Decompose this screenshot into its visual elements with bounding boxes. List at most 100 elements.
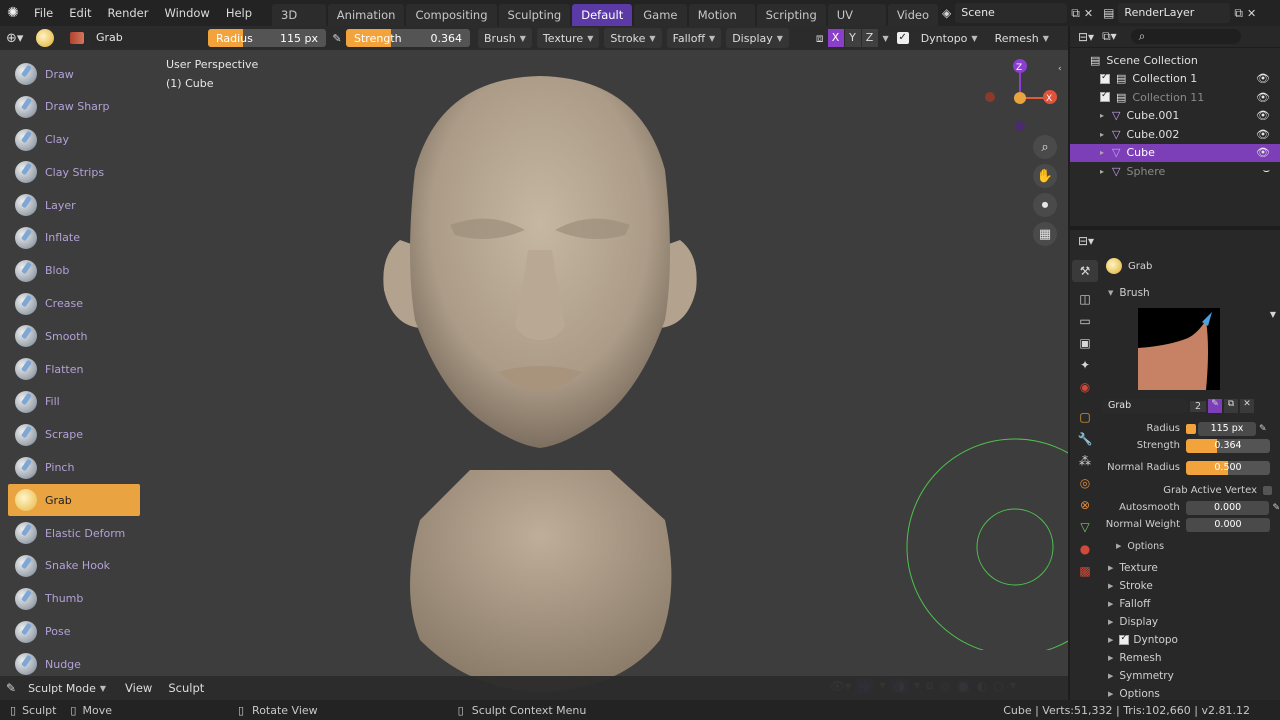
visibility-eye-icon[interactable]: 👁	[1256, 91, 1270, 104]
sculpt-menu[interactable]: Sculpt	[160, 675, 212, 701]
workspace-tab-motion-tracking[interactable]: Motion Tracking	[688, 4, 755, 26]
view-menu[interactable]: View	[117, 675, 160, 701]
data-tab-icon[interactable]: ▽	[1072, 516, 1098, 538]
texture-menu[interactable]: Texture ▼	[536, 28, 600, 48]
unlink-icon[interactable]: ✕	[1240, 399, 1254, 413]
particles-tab-icon[interactable]: ⁂	[1072, 450, 1098, 472]
options-subpanel-header[interactable]: ▶ Options	[1102, 537, 1280, 555]
chevron-down-icon[interactable]: ▼	[883, 34, 889, 43]
mode-selector[interactable]: Sculpt Mode ▼	[22, 678, 112, 698]
zoom-icon[interactable]: ⌕	[1033, 135, 1057, 159]
render-layer-copy-icon[interactable]: ⧉	[1234, 6, 1243, 21]
tool-snake-hook[interactable]: Snake Hook	[8, 550, 140, 582]
radius-pressure-icon[interactable]: ✎	[1259, 424, 1267, 434]
scene-tab-icon[interactable]: ✦	[1072, 354, 1098, 376]
normal-radius-slider[interactable]: 0.500	[1186, 460, 1270, 475]
display-mode-icon[interactable]: ⧉▾	[1102, 29, 1117, 44]
visibility-eye-icon[interactable]: ⌣	[1263, 164, 1270, 178]
radius-unit-icon[interactable]	[1186, 423, 1196, 434]
blender-logo-icon[interactable]: ✺	[0, 5, 26, 21]
navigation-gizmo[interactable]: Z X	[980, 56, 1060, 136]
axis-x-toggle[interactable]: X	[827, 29, 844, 47]
radius-prop-slider[interactable]: 115 px	[1198, 421, 1256, 436]
fake-user-icon[interactable]: ✎	[1208, 399, 1222, 413]
workspace-tab-compositing[interactable]: Compositing	[406, 4, 497, 26]
expand-arrow-icon[interactable]: ▸	[1100, 148, 1104, 157]
axis-y-toggle[interactable]: Y	[844, 29, 861, 47]
render-tab-icon[interactable]: ◫	[1072, 288, 1098, 310]
panel-header-dyntopo[interactable]: ▶ Dyntopo	[1102, 631, 1280, 649]
tool-flatten[interactable]: Flatten	[8, 353, 140, 385]
tool-fill[interactable]: Fill	[8, 386, 140, 418]
brush-datablock-field[interactable]: Grab	[1102, 399, 1188, 413]
scene-close-icon[interactable]: ✕	[1084, 7, 1093, 20]
pan-hand-icon[interactable]: ✋	[1033, 164, 1057, 188]
scene-collection-row[interactable]: ▤ Scene Collection	[1070, 51, 1280, 70]
autosmooth-pressure-icon[interactable]: ✎	[1272, 503, 1280, 513]
tool-pinch[interactable]: Pinch	[8, 452, 140, 484]
panel-header-symmetry[interactable]: ▶ Symmetry	[1102, 667, 1280, 685]
tool-tab-icon[interactable]: ⚒	[1072, 260, 1098, 282]
menu-window[interactable]: Window	[156, 0, 217, 26]
render-layer-close-icon[interactable]: ✕	[1247, 7, 1256, 20]
tool-elastic-deform[interactable]: Elastic Deform	[8, 517, 140, 549]
output-tab-icon[interactable]: ▭	[1072, 310, 1098, 332]
symmetry-icon[interactable]: ⧈	[816, 31, 824, 46]
tool-crease[interactable]: Crease	[8, 288, 140, 320]
tool-draw[interactable]: Draw	[8, 58, 140, 90]
brush-color-icon[interactable]	[70, 32, 84, 44]
world-tab-icon[interactable]: ◉	[1072, 376, 1098, 398]
strength-slider[interactable]: Strength 0.364	[346, 29, 470, 47]
outliner-row-cube[interactable]: ▸ ▽ Cube 👁	[1070, 143, 1280, 162]
outliner-row-collection-11[interactable]: ▤ Collection 11 👁	[1070, 88, 1280, 107]
falloff-menu[interactable]: Falloff ▼	[666, 28, 722, 48]
expand-arrow-icon[interactable]: ▸	[1100, 111, 1104, 120]
brush-menu[interactable]: Brush ▼	[478, 28, 532, 48]
workspace-tab-scripting[interactable]: Scripting	[756, 4, 826, 26]
brush-name-field[interactable]: Grab	[90, 28, 200, 48]
brush-thumbnail[interactable]	[1138, 308, 1220, 390]
tool-layer[interactable]: Layer	[8, 189, 140, 221]
search-icon[interactable]: ⌕	[1130, 29, 1241, 44]
tool-scrape[interactable]: Scrape	[8, 419, 140, 451]
render-layer-icon[interactable]: ▤	[1103, 6, 1114, 20]
remesh-menu[interactable]: Remesh ▼	[989, 28, 1055, 48]
menu-file[interactable]: File	[26, 0, 61, 26]
workspace-tab-animation[interactable]: Animation	[327, 4, 405, 26]
visibility-eye-icon[interactable]: 👁	[1256, 109, 1270, 122]
duplicate-icon[interactable]: ⧉	[1224, 399, 1238, 413]
exclude-checkbox[interactable]	[1100, 72, 1110, 84]
menu-edit[interactable]: Edit	[61, 0, 99, 26]
outliner-row-collection-1[interactable]: ▤ Collection 1 👁	[1070, 70, 1280, 89]
outliner-row-sphere[interactable]: ▸ ▽ Sphere ⌣	[1070, 162, 1280, 181]
workspace-tab-3d-view-full[interactable]: 3D View Full	[272, 4, 326, 26]
view-layer-tab-icon[interactable]: ▣	[1072, 332, 1098, 354]
visibility-eye-icon[interactable]: 👁	[1256, 128, 1270, 141]
tool-thumb[interactable]: Thumb	[8, 583, 140, 615]
strength-prop-slider[interactable]: 0.364	[1186, 438, 1270, 453]
menu-help[interactable]: Help	[218, 0, 260, 26]
tool-smooth[interactable]: Smooth	[8, 320, 140, 352]
workspace-tab-uv-editing[interactable]: UV Editing	[827, 4, 886, 26]
tool-grab[interactable]: Grab	[8, 484, 140, 517]
tool-clay[interactable]: Clay	[8, 124, 140, 156]
workspace-tab-game-logic[interactable]: Game Logic	[634, 4, 687, 26]
texture-tab-icon[interactable]: ▩	[1072, 560, 1098, 582]
autosmooth-slider[interactable]: 0.000	[1185, 500, 1270, 515]
exclude-checkbox[interactable]	[1100, 90, 1110, 103]
panel-header-stroke[interactable]: ▶ Stroke	[1102, 577, 1280, 595]
dyntopo-checkbox[interactable]: ✓	[896, 32, 909, 44]
panel-header-remesh[interactable]: ▶ Remesh	[1102, 649, 1280, 667]
gizmo-collapse-icon[interactable]: ‹	[1058, 64, 1062, 74]
panel-header-texture[interactable]: ▶ Texture	[1102, 559, 1280, 577]
stroke-menu[interactable]: Stroke ▼	[604, 28, 662, 48]
constraints-tab-icon[interactable]: ⊗	[1072, 494, 1098, 516]
display-menu[interactable]: Display ▼	[726, 28, 789, 48]
tool-pose[interactable]: Pose	[8, 616, 140, 648]
panel-header-falloff[interactable]: ▶ Falloff	[1102, 595, 1280, 613]
outliner-row-cube-002[interactable]: ▸ ▽ Cube.002 👁	[1070, 125, 1280, 144]
properties-editor-icon[interactable]: ⊟▾	[1078, 234, 1094, 248]
expand-arrow-icon[interactable]: ▸	[1100, 130, 1104, 139]
render-layer-selector[interactable]: RenderLayer	[1118, 3, 1231, 23]
grid-perspective-icon[interactable]: ▦	[1033, 222, 1057, 246]
